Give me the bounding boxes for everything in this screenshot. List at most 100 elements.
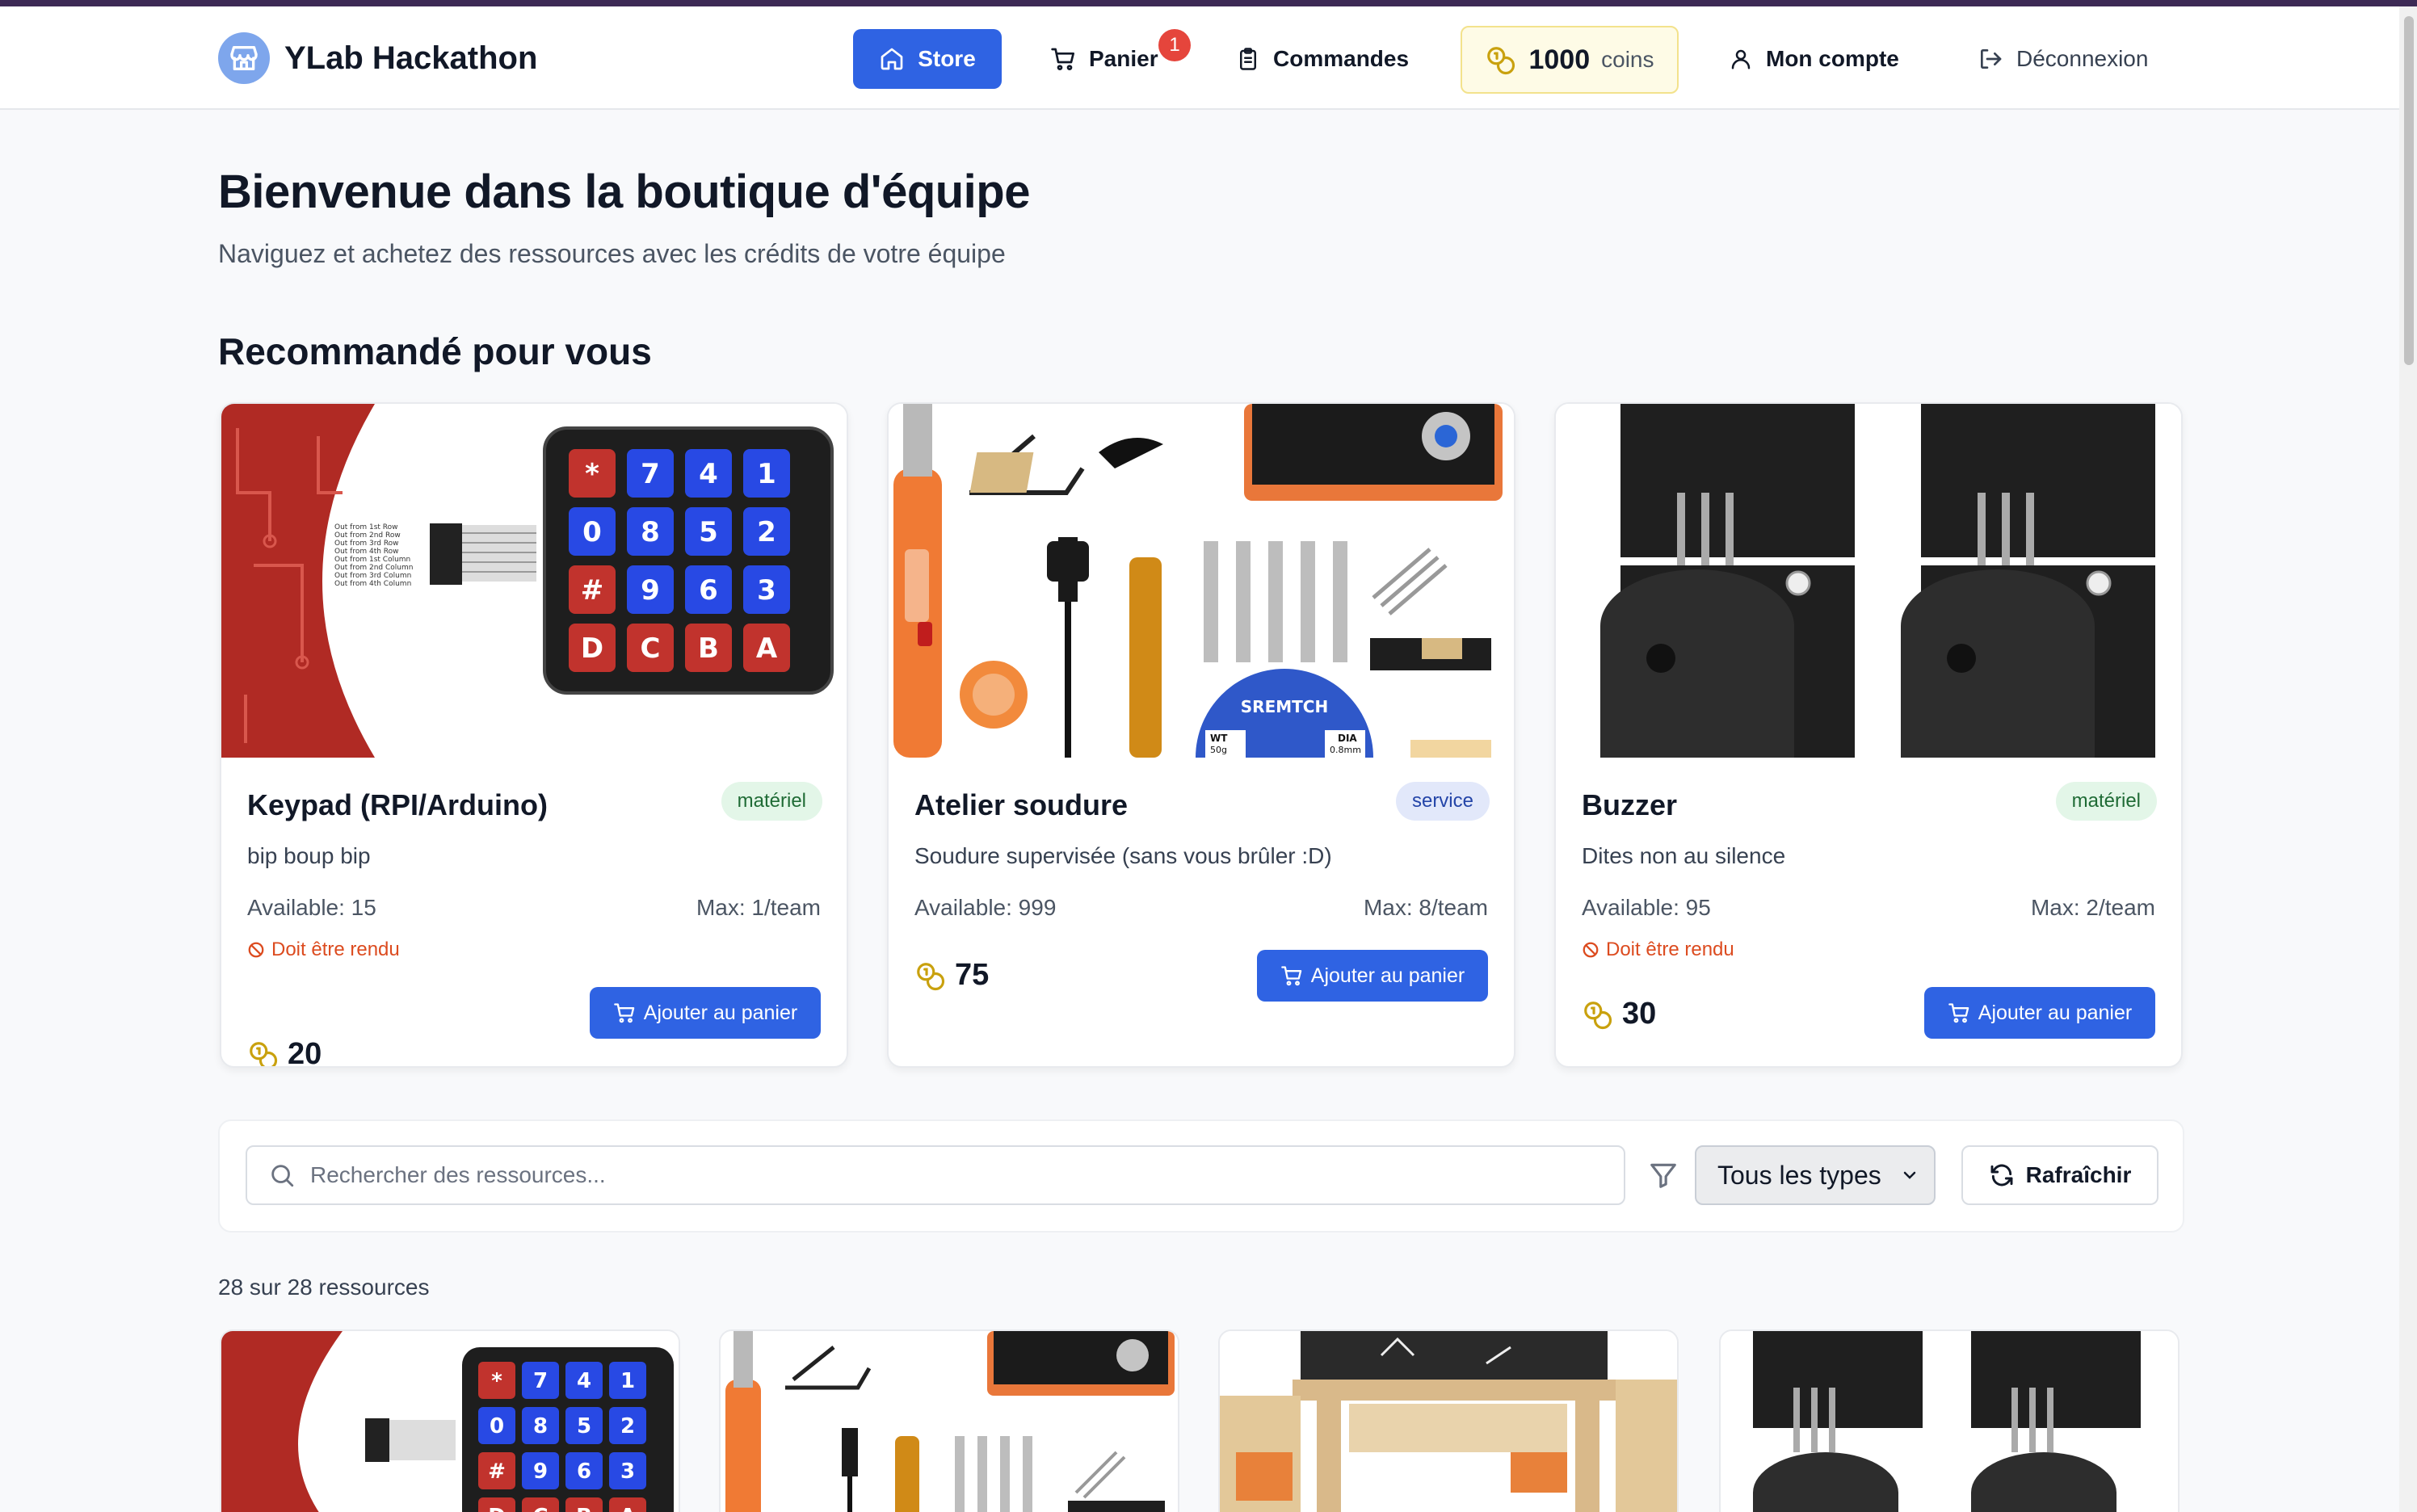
recommended-section-title: Recommandé pour vous [218, 330, 652, 372]
add-to-cart-button[interactable]: Ajouter au panier [590, 987, 821, 1039]
cart-icon [613, 1003, 635, 1023]
product-price: 75 [914, 958, 989, 993]
clipboard-icon [1240, 48, 1256, 70]
resource-card-soldering[interactable] [719, 1329, 1179, 1512]
product-name[interactable]: Keypad (RPI/Arduino) [247, 788, 548, 822]
search-input[interactable]: Rechercher des ressources... [246, 1145, 1625, 1205]
product-type-badge: matériel [2055, 782, 2157, 821]
svg-text:B: B [576, 1505, 592, 1512]
page-scrollbar-thumb[interactable] [2404, 16, 2414, 365]
keypad-product-image: Out from 1st Row Out from 2nd Row Out fro… [221, 404, 847, 758]
solder-weight-text: 50g [1210, 745, 1227, 755]
prohibited-icon [1583, 942, 1599, 958]
product-price: 20 [247, 1037, 322, 1068]
product-availability: Available: 999 [914, 895, 1057, 920]
logout-icon [1981, 49, 2002, 69]
nav-account-label: Mon compte [1766, 46, 1899, 71]
svg-text:Out from 3rd Column: Out from 3rd Column [334, 572, 411, 580]
coins-icon [1487, 47, 1515, 75]
svg-text:D: D [488, 1505, 506, 1512]
solder-diameter-text: 0.8mm [1330, 745, 1361, 755]
svg-text:8: 8 [641, 516, 660, 548]
nav-orders-button[interactable]: Commandes [1236, 29, 1422, 89]
svg-text:Out from 1st Row: Out from 1st Row [334, 523, 398, 531]
filter-icon [1650, 1163, 1676, 1188]
svg-text:B: B [698, 632, 719, 665]
nav-logout-button[interactable]: Déconnexion [1978, 29, 2171, 89]
solder-dia-text: DIA [1338, 733, 1357, 744]
refresh-button[interactable]: Rafraîchir [1961, 1145, 2158, 1205]
product-price-value: 30 [1622, 997, 1657, 1031]
add-to-cart-button[interactable]: Ajouter au panier [1257, 950, 1488, 1002]
svg-text:Out from 4th Column: Out from 4th Column [334, 580, 411, 588]
svg-text:6: 6 [699, 574, 718, 607]
resource-card-keypad[interactable]: * 7 4 1 0 8 5 2 # 9 6 3 D C B A [220, 1329, 680, 1512]
product-name[interactable]: Atelier soudure [914, 788, 1128, 822]
soldering-product-image: SREMTCH WT 50g DIA 0.8mm [889, 404, 1514, 758]
solder-brand-text: SREMTCH [1241, 697, 1328, 716]
keypad-thumbnail-image: * 7 4 1 0 8 5 2 # 9 6 3 D C B A [221, 1331, 679, 1512]
window-top-accent [0, 0, 2417, 6]
nav-account-button[interactable]: Mon compte [1729, 29, 1915, 89]
product-price-value: 75 [955, 958, 990, 992]
must-return-notice: Doit être rendu [1582, 939, 1734, 961]
svg-text:2: 2 [757, 516, 776, 548]
nav-store-button[interactable]: Store [853, 29, 1002, 89]
nav-store-label: Store [918, 46, 976, 71]
svg-text:3: 3 [757, 574, 776, 607]
svg-text:A: A [620, 1505, 636, 1512]
add-to-cart-button[interactable]: Ajouter au panier [1924, 987, 2155, 1039]
chevron-down-icon [1903, 1171, 1916, 1179]
add-to-cart-label: Ajouter au panier [1310, 964, 1465, 987]
recommended-card-soldering: SREMTCH WT 50g DIA 0.8mm Atelier soudure… [887, 402, 1515, 1068]
cart-icon [1051, 48, 1074, 70]
furniture-thumbnail-image [1220, 1331, 1677, 1512]
svg-text:1: 1 [757, 458, 776, 490]
product-max-per-team: Max: 2/team [2030, 895, 2155, 920]
navbar: YLab Hackathon Store Panier 1 Commandes … [0, 6, 2399, 110]
page-subtitle: Naviguez et achetez des ressources avec … [218, 239, 1006, 268]
brand-name: YLab Hackathon [284, 40, 538, 76]
nav-logout-label: Déconnexion [2016, 46, 2149, 71]
svg-text:#: # [581, 574, 604, 607]
cart-count-badge: 1 [1158, 29, 1191, 61]
buzzer-thumbnail-image [1721, 1331, 2178, 1512]
product-max-per-team: Max: 1/team [696, 895, 821, 920]
svg-text:5: 5 [577, 1414, 591, 1438]
must-return-label: Doit être rendu [1606, 939, 1734, 960]
svg-text:Out from 2nd Row: Out from 2nd Row [334, 531, 401, 540]
brand[interactable]: YLab Hackathon [218, 32, 537, 84]
svg-text:3: 3 [620, 1460, 635, 1484]
add-to-cart-label: Ajouter au panier [643, 1001, 798, 1024]
recommended-card-buzzer: Buzzer matériel Dites non au silence Ava… [1554, 402, 2183, 1068]
nav-cart-label: Panier [1089, 46, 1158, 71]
svg-text:0: 0 [582, 516, 602, 548]
product-availability: Available: 95 [1582, 895, 1711, 920]
resource-card-buzzer[interactable] [1719, 1329, 2180, 1512]
home-icon [881, 48, 903, 70]
product-type-badge: matériel [721, 782, 822, 821]
svg-text:Out from 1st Column: Out from 1st Column [334, 556, 410, 564]
nav-orders-label: Commandes [1273, 46, 1410, 71]
svg-text:D: D [581, 632, 603, 665]
resource-card-furniture[interactable] [1218, 1329, 1679, 1512]
nav-cart-button[interactable]: Panier 1 [1050, 29, 1191, 89]
svg-text:*: * [585, 458, 599, 490]
svg-text:7: 7 [641, 458, 660, 490]
svg-text:9: 9 [641, 574, 660, 607]
soldering-thumbnail-image [721, 1331, 1178, 1512]
svg-text:8: 8 [533, 1414, 548, 1438]
svg-text:Out from 4th Row: Out from 4th Row [334, 548, 399, 556]
prohibited-icon [248, 942, 264, 958]
coins-balance: 1000 coins [1461, 26, 1679, 94]
type-filter-select[interactable]: Tous les types [1695, 1145, 1936, 1205]
svg-text:Out from 2nd Column: Out from 2nd Column [334, 564, 413, 572]
product-availability: Available: 15 [247, 895, 376, 920]
recommended-card-keypad: Out from 1st Row Out from 2nd Row Out fro… [220, 402, 848, 1068]
svg-text:4: 4 [699, 458, 718, 490]
product-price-value: 20 [288, 1037, 322, 1068]
filter-bar: Rechercher des ressources... Tous les ty… [218, 1119, 2184, 1233]
buzzer-product-image [1556, 404, 2181, 758]
coins-icon [250, 1041, 278, 1066]
product-name[interactable]: Buzzer [1582, 788, 1677, 822]
